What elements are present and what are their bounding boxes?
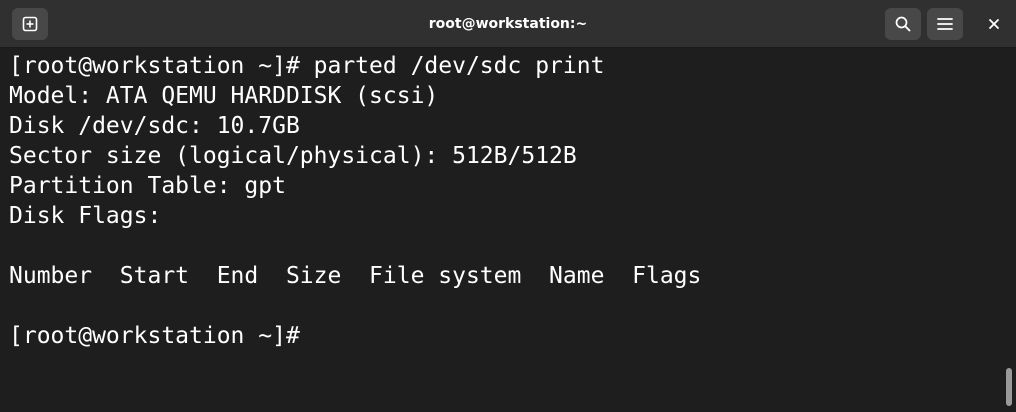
terminal-line: Model: ATA QEMU HARDDISK (scsi) <box>9 83 439 109</box>
scrollbar[interactable] <box>1002 48 1016 412</box>
terminal-window: root@workstation:~ [root@workstation ~]#… <box>0 0 1016 412</box>
window-title: root@workstation:~ <box>428 16 588 32</box>
terminal-line: Partition Table: gpt <box>9 173 286 199</box>
terminal-line: Disk Flags: <box>9 203 162 229</box>
terminal-line: Sector size (logical/physical): 512B/512… <box>9 143 577 169</box>
terminal-line: [root@workstation ~]# parted /dev/sdc pr… <box>9 53 605 79</box>
close-button[interactable] <box>978 8 1010 40</box>
terminal-output[interactable]: [root@workstation ~]# parted /dev/sdc pr… <box>0 48 1002 412</box>
terminal-line: Number Start End Size File system Name F… <box>9 263 702 289</box>
titlebar: root@workstation:~ <box>0 0 1016 48</box>
terminal-line: Disk /dev/sdc: 10.7GB <box>9 113 300 139</box>
search-icon <box>895 16 911 32</box>
search-button[interactable] <box>885 8 921 40</box>
hamburger-menu-icon <box>937 18 953 30</box>
menu-button[interactable] <box>927 8 963 40</box>
terminal-prompt: [root@workstation ~]# <box>9 323 300 349</box>
close-icon <box>989 19 999 29</box>
scrollbar-thumb[interactable] <box>1006 368 1012 406</box>
